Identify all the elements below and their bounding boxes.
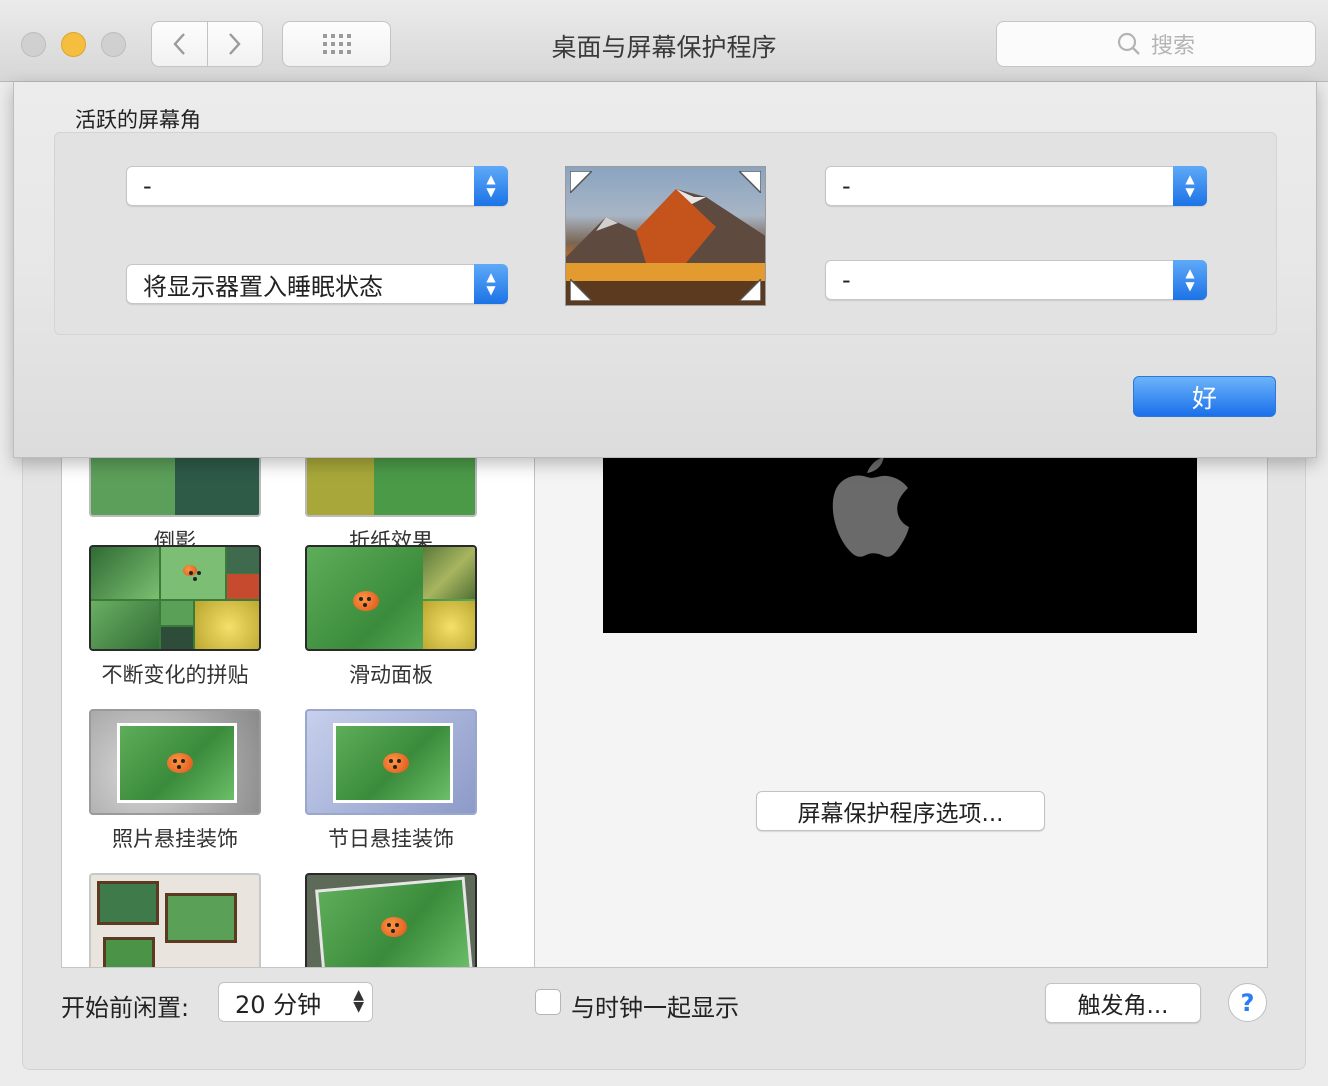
screensaver-thumbnail bbox=[89, 873, 261, 967]
bottom-bar: 开始前闲置: 20 分钟 ▲ ▼ 与时钟一起显示 触发角... ? bbox=[61, 982, 1271, 1026]
screensaver-item[interactable]: 节日悬挂装饰 bbox=[301, 709, 481, 853]
search-field[interactable]: 搜索 bbox=[996, 21, 1316, 67]
screensaver-thumbnail bbox=[89, 545, 261, 651]
sheet-title: 活跃的屏幕角 bbox=[75, 108, 201, 132]
top-right-corner-value: - bbox=[842, 172, 851, 200]
screensaver-item[interactable]: 不断变化的拼贴 bbox=[85, 545, 265, 689]
bottom-left-corner-select[interactable]: 将显示器置入睡眠状态 ▲ ▼ bbox=[126, 264, 508, 304]
preview-pane: 屏幕保护程序选项... bbox=[535, 440, 1268, 968]
top-left-corner-select[interactable]: - ▲ ▼ bbox=[126, 166, 508, 206]
help-button[interactable]: ? bbox=[1228, 983, 1267, 1022]
title-bar: 桌面与屏幕保护程序 搜索 bbox=[0, 0, 1328, 82]
ok-button[interactable]: 好 bbox=[1133, 376, 1276, 417]
top-right-corner-select[interactable]: - ▲ ▼ bbox=[825, 166, 1207, 206]
idle-time-value: 20 分钟 bbox=[235, 990, 322, 1019]
bottom-right-corner-select[interactable]: - ▲ ▼ bbox=[825, 260, 1207, 300]
up-down-arrows-icon: ▲ ▼ bbox=[1173, 166, 1207, 206]
show-clock-label: 与时钟一起显示 bbox=[571, 994, 739, 1022]
up-down-arrows-icon: ▲ ▼ bbox=[353, 987, 364, 1015]
corner-bottom-left-icon bbox=[570, 279, 592, 301]
screensaver-list[interactable]: 倒影 折纸效果 不断变化的拼贴 滑动面板 照片悬挂装饰 节日悬挂装饰 bbox=[61, 440, 535, 968]
screensaver-thumbnail bbox=[305, 545, 477, 651]
corner-bottom-right-icon bbox=[739, 279, 761, 301]
screen-corners-preview bbox=[565, 166, 766, 306]
hot-corners-sheet: 活跃的屏幕角 - ▲▼ 将显示器置入睡眠状态 ▲▼ - ▲▼ - ▲▼ bbox=[13, 82, 1317, 458]
apple-logo-icon bbox=[832, 457, 909, 557]
idle-time-select[interactable]: 20 分钟 ▲ ▼ bbox=[218, 982, 373, 1022]
hot-corners-button[interactable]: 触发角... bbox=[1045, 983, 1201, 1023]
search-placeholder: 搜索 bbox=[1150, 34, 1195, 59]
show-clock-checkbox[interactable] bbox=[535, 989, 561, 1015]
screensaver-options-button[interactable]: 屏幕保护程序选项... bbox=[756, 791, 1045, 831]
screensaver-label: 滑动面板 bbox=[349, 663, 433, 687]
up-down-arrows-icon: ▲ ▼ bbox=[474, 264, 508, 304]
search-icon bbox=[1117, 32, 1140, 55]
bottom-left-corner-value: 将显示器置入睡眠状态 bbox=[143, 272, 383, 301]
idle-label: 开始前闲置: bbox=[61, 994, 190, 1022]
top-left-corner-value: - bbox=[143, 172, 152, 200]
mountain-wallpaper-icon bbox=[566, 189, 765, 305]
screensaver-thumbnail bbox=[305, 873, 477, 967]
screensaver-thumbnail bbox=[305, 709, 477, 815]
up-down-arrows-icon: ▲ ▼ bbox=[474, 166, 508, 206]
screensaver-item[interactable]: 照片悬挂装饰 bbox=[85, 709, 265, 853]
up-down-arrows-icon: ▲ ▼ bbox=[1173, 260, 1207, 300]
screensaver-item[interactable] bbox=[301, 873, 481, 967]
screensaver-label: 不断变化的拼贴 bbox=[101, 663, 249, 687]
screensaver-label: 节日悬挂装饰 bbox=[328, 827, 454, 851]
corner-top-right-icon bbox=[739, 171, 761, 193]
preview-screen bbox=[603, 441, 1197, 633]
screensaver-item[interactable]: 滑动面板 bbox=[301, 545, 481, 689]
screensaver-label: 照片悬挂装饰 bbox=[112, 827, 238, 851]
corner-top-left-icon bbox=[570, 171, 592, 193]
bottom-right-corner-value: - bbox=[842, 266, 851, 294]
screensaver-thumbnail bbox=[89, 709, 261, 815]
screensaver-item[interactable] bbox=[85, 873, 265, 967]
